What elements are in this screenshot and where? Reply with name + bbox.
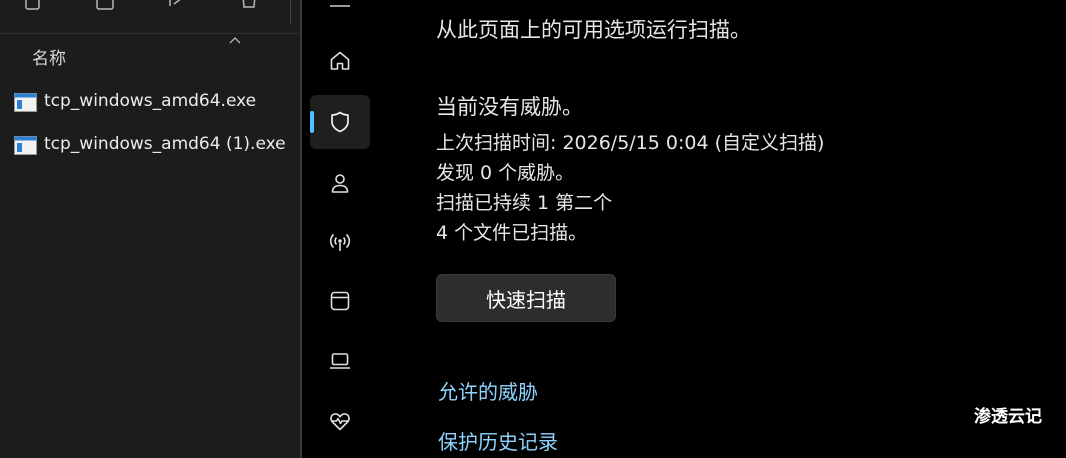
nav-item-virus-protection[interactable] <box>310 95 370 149</box>
page-description: 从此页面上的可用选项运行扫描。 <box>436 18 751 42</box>
threat-status: 当前没有威胁。 <box>436 95 583 119</box>
person-icon <box>331 174 349 193</box>
file-explorer-pane: 名称 tcp_windows_amd64.exe tcp_windows_amd… <box>0 0 300 458</box>
heart-pulse-icon <box>330 413 350 431</box>
threats-found-info: 发现 0 个威胁。 <box>436 162 575 184</box>
scan-duration-info: 扫描已持续 1 第二个 <box>436 192 613 214</box>
nav-item-home[interactable] <box>310 34 370 88</box>
delete-icon[interactable] <box>238 0 260 14</box>
laptop-icon <box>329 353 351 369</box>
selected-indicator <box>310 111 314 133</box>
copy-icon[interactable] <box>22 0 44 14</box>
files-scanned-info: 4 个文件已扫描。 <box>436 222 588 244</box>
exe-file-icon <box>14 136 37 155</box>
file-row[interactable]: tcp_windows_amd64 (1).exe <box>0 127 300 163</box>
file-row[interactable]: tcp_windows_amd64.exe <box>0 84 300 120</box>
menu-icon[interactable] <box>328 0 352 10</box>
window-icon <box>330 291 350 311</box>
sort-ascending-icon[interactable] <box>228 30 242 44</box>
file-name: tcp_windows_amd64 (1).exe <box>44 134 286 154</box>
exe-file-icon <box>14 93 37 112</box>
antenna-icon <box>329 233 351 251</box>
nav-item-device-health[interactable] <box>310 394 370 448</box>
file-name: tcp_windows_amd64.exe <box>44 91 257 111</box>
nav-item-device-security[interactable] <box>310 334 370 388</box>
explorer-toolbar <box>0 0 300 34</box>
shield-icon <box>331 111 349 133</box>
name-column-header[interactable]: 名称 <box>32 44 66 69</box>
toolbar-divider <box>290 0 291 24</box>
allowed-threats-link[interactable]: 允许的威胁 <box>438 376 538 405</box>
nav-item-account[interactable] <box>310 156 370 210</box>
nav-item-app-browser-control[interactable] <box>310 274 370 328</box>
scan-options-content: 从此页面上的可用选项运行扫描。 当前没有威胁。 上次扫描时间: 2026/5/1… <box>378 0 1066 458</box>
home-icon <box>330 51 350 70</box>
paste-icon[interactable] <box>94 0 116 14</box>
protection-history-link[interactable]: 保护历史记录 <box>438 426 558 455</box>
share-icon[interactable] <box>166 0 188 14</box>
watermark-text: 渗透云记 <box>974 407 1042 427</box>
last-scan-info: 上次扫描时间: 2026/5/15 0:04 (自定义扫描) <box>436 132 825 154</box>
nav-item-firewall[interactable] <box>310 215 370 269</box>
navigation-rail <box>302 0 378 458</box>
quick-scan-button[interactable]: 快速扫描 <box>436 274 616 322</box>
